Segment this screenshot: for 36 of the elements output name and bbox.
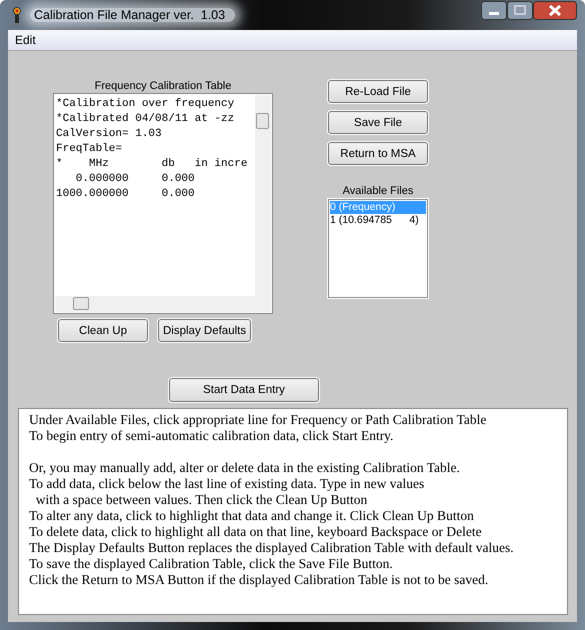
available-files-label: Available Files [342,185,414,197]
window-title: Calibration File Manager ver. 1.03 [30,8,236,22]
vertical-scrollbar[interactable] [255,95,271,312]
calibration-text-area[interactable]: *Calibration over frequency *Calibrated 04/08/11 at -zz CalVersion= 1.03 FreqTable= * MHz db in incre 0.000000 0.000 1000.000000 0.000 [54,94,272,313]
close-button[interactable] [533,1,577,20]
table-text-line: 0.000000 0.000 [74,172,196,187]
instruction-text: To delete data, click to highlight all data on that line, keyboard Backspace or Delete [29,524,483,540]
maximize-button[interactable] [507,1,533,20]
table-text-line: *Calibrated 04/08/11 at -zz [56,112,236,127]
file-button[interactable]: Save File [328,111,428,134]
app-icon [12,7,22,23]
instruction-text: The Display Defaults Button replaces the displayed Calibration Table with default values. [29,540,515,556]
horizontal-scrollbar[interactable] [55,296,255,312]
menu-item[interactable]: Edit [12,33,39,47]
table-text-line: FreqTable= [56,142,124,157]
table-text-line: CalVersion= 1.03 [56,127,163,142]
file-list-item[interactable]: 1 (10.694785 4) [330,214,426,227]
instruction-text: To begin entry of semi-automatic calibration data, click Start Entry. [29,428,394,444]
table-label: Frequency Calibration Table [94,80,232,92]
instruction-text: To alter any data, click to highlight that data and change it. Click Clean Up Button [29,508,475,524]
instruction-text: with a space between values. Then click the Clean Up Button [34,492,368,508]
instruction-text: To add data, click below the last line of existing data. Type in new values [29,476,426,492]
instruction-text: To save the displayed Calibration Table, click the Save File Button. [29,556,394,572]
file-button[interactable]: Return to MSA [328,142,428,165]
file-button[interactable]: Re-Load File [328,80,428,103]
instruction-text: Or, you may manually add, alter or delete data in the existing Calibration Table. [29,460,461,476]
files-list[interactable]: 0 (Frequency) 1 (10.694785 4) [328,199,428,298]
table-text-line: * MHz db in incre [56,157,248,172]
start-data-entry-button[interactable]: Start Data Entry [169,378,319,402]
editor-button[interactable]: Display Defaults [158,319,252,342]
table-text-line: *Calibration over frequency [56,97,236,112]
instruction-text: Under Available Files, click appropriate line for Frequency or Path Calibration Table [29,412,488,428]
instruction-text: Click the Return to MSA Button if the displayed Calibration Table is not to be saved. [29,572,490,588]
minimize-button[interactable] [481,1,507,20]
table-text-line: 1000.000000 0.000 [56,187,196,202]
editor-button[interactable]: Clean Up [58,319,148,342]
